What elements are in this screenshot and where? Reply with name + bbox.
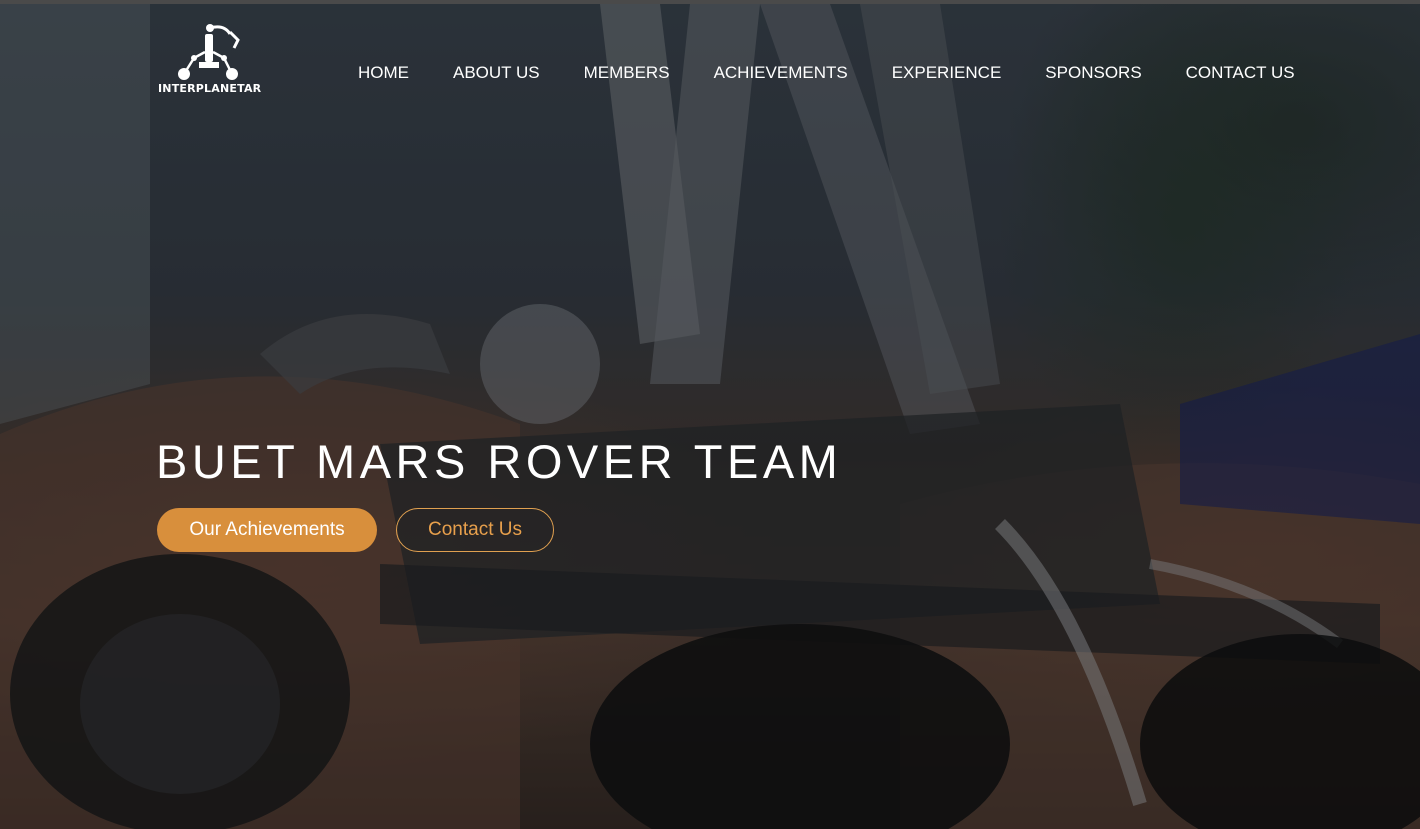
hero-title: BUET MARS ROVER TEAM bbox=[156, 435, 843, 488]
nav-sponsors[interactable]: SPONSORS bbox=[1045, 63, 1141, 83]
our-achievements-button[interactable]: Our Achievements bbox=[157, 508, 377, 552]
nav-members[interactable]: MEMBERS bbox=[584, 63, 670, 83]
nav-home[interactable]: HOME bbox=[358, 63, 409, 83]
logo-wordmark: INTERPLANETAR bbox=[158, 82, 262, 95]
nav-about-us[interactable]: ABOUT US bbox=[453, 63, 540, 83]
nav-experience[interactable]: EXPERIENCE bbox=[892, 63, 1002, 83]
browser-top-edge bbox=[0, 0, 1420, 4]
contact-us-button[interactable]: Contact Us bbox=[396, 508, 554, 552]
nav-achievements[interactable]: ACHIEVEMENTS bbox=[714, 63, 848, 83]
robotic-arm-logo-icon bbox=[178, 24, 240, 80]
nav-contact-us[interactable]: CONTACT US bbox=[1186, 63, 1295, 83]
site-logo[interactable]: INTERPLANETAR bbox=[158, 22, 262, 98]
hero-section bbox=[0, 4, 1420, 829]
hero-dark-overlay bbox=[0, 4, 1420, 829]
main-nav: HOME ABOUT US MEMBERS ACHIEVEMENTS EXPER… bbox=[358, 60, 1295, 86]
